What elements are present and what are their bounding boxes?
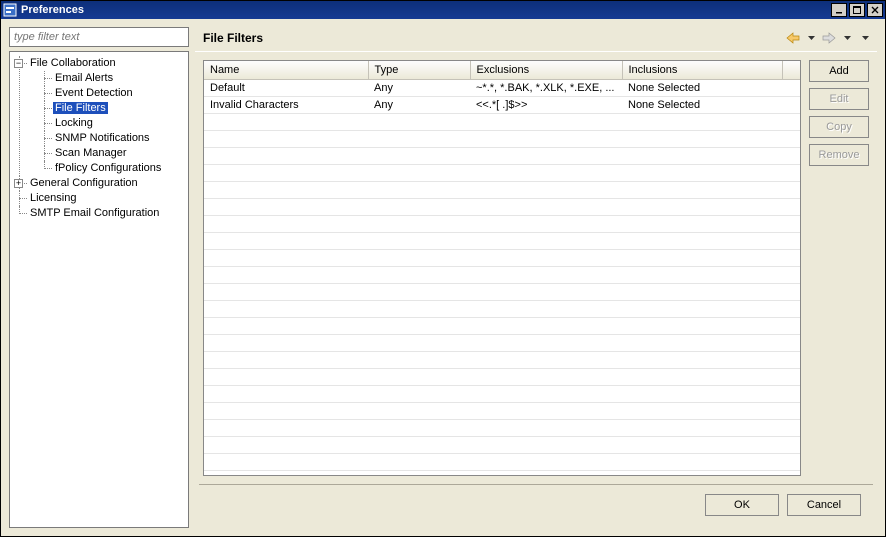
close-button[interactable] [867,3,883,17]
dialog-footer: OK Cancel [199,484,873,524]
tree-item-licensing[interactable]: Licensing [28,192,78,204]
remove-button[interactable]: Remove [809,144,869,166]
left-pane: − File Collaboration Email Alerts Event … [9,27,189,528]
table-row [204,113,800,130]
right-pane: File Filters Name [195,27,877,528]
table-row [204,436,800,453]
tree-item-locking[interactable]: Locking [53,117,95,129]
nav-back-icon[interactable] [785,30,801,46]
table-row[interactable]: Invalid CharactersAny<<.*[ .]$>>None Sel… [204,96,800,113]
nav-forward-icon[interactable] [821,30,837,46]
preferences-window: Preferences − File Collaboration Email A… [0,0,886,537]
tree-item-email-alerts[interactable]: Email Alerts [53,72,115,84]
table-row [204,419,800,436]
filters-table[interactable]: Name Type Exclusions Inclusions DefaultA… [203,60,801,476]
preferences-tree[interactable]: − File Collaboration Email Alerts Event … [9,51,189,528]
table-row [204,334,800,351]
edit-button[interactable]: Edit [809,88,869,110]
tree-item-file-filters[interactable]: File Filters [53,102,108,114]
ok-button[interactable]: OK [705,494,779,516]
table-row [204,266,800,283]
tree-item-snmp-notifications[interactable]: SNMP Notifications [53,132,152,144]
table-row[interactable]: DefaultAny~*.*, *.BAK, *.XLK, *.EXE, ...… [204,79,800,96]
tree-item-fpolicy-configurations[interactable]: fPolicy Configurations [53,162,163,174]
table-row [204,402,800,419]
table-row [204,300,800,317]
app-icon [3,3,17,17]
filter-input[interactable] [9,27,189,47]
table-row [204,249,800,266]
table-row [204,351,800,368]
tree-item-scan-manager[interactable]: Scan Manager [53,147,129,159]
tree-item-event-detection[interactable]: Event Detection [53,87,135,99]
window-controls [829,3,883,17]
minimize-button[interactable] [831,3,847,17]
table-row [204,283,800,300]
titlebar: Preferences [1,1,885,19]
dropdown-icon[interactable] [839,30,855,46]
table-row [204,130,800,147]
table-row [204,198,800,215]
table-row [204,215,800,232]
dropdown-icon[interactable] [803,30,819,46]
tree-item-smtp-email-configuration[interactable]: SMTP Email Configuration [28,207,161,219]
tree-item-file-collaboration[interactable]: File Collaboration [28,57,118,69]
tree-item-general-configuration[interactable]: General Configuration [28,177,140,189]
table-row [204,385,800,402]
action-buttons: Add Edit Copy Remove [809,60,869,476]
expand-toggle-icon[interactable]: + [14,179,23,188]
maximize-button[interactable] [849,3,865,17]
table-row [204,453,800,470]
add-button[interactable]: Add [809,60,869,82]
cancel-button[interactable]: Cancel [787,494,861,516]
table-row [204,147,800,164]
table-row [204,232,800,249]
table-row [204,317,800,334]
expand-toggle-icon[interactable]: − [14,59,23,68]
dropdown-icon[interactable] [857,30,873,46]
table-row [204,164,800,181]
window-title: Preferences [21,4,84,16]
column-header-name[interactable]: Name [204,61,368,79]
copy-button[interactable]: Copy [809,116,869,138]
page-title: File Filters [203,31,785,45]
table-row [204,368,800,385]
divider [195,51,877,52]
column-header-exclusions[interactable]: Exclusions [470,61,622,79]
table-row [204,181,800,198]
column-header-spacer [782,61,800,79]
column-header-type[interactable]: Type [368,61,470,79]
column-header-inclusions[interactable]: Inclusions [622,61,782,79]
